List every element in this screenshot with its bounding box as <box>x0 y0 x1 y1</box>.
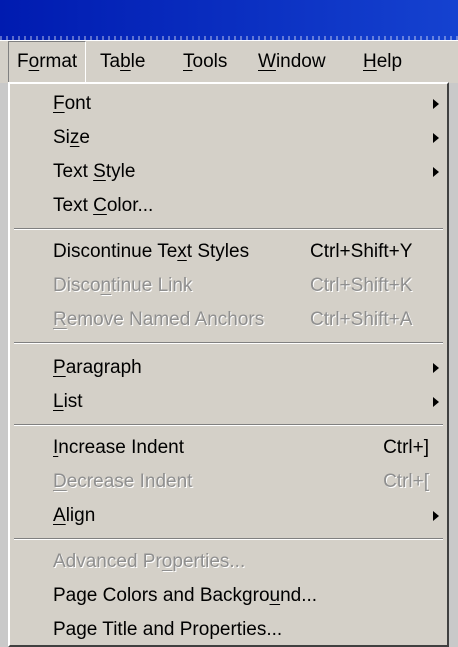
submenu-arrow-icon <box>433 99 439 109</box>
menu-bar: Format Table Tools Window Help <box>0 40 458 83</box>
menu-help[interactable]: Help <box>355 41 410 83</box>
menu-item-decrease-indent: Decrease Indent Ctrl+[ <box>10 465 447 499</box>
submenu-arrow-icon <box>433 133 439 143</box>
format-menu-dropdown: Font Size Text Style Text Color... Disco… <box>8 82 449 647</box>
menu-item-page-title-and-properties[interactable]: Page Title and Properties... <box>10 613 447 647</box>
menu-item-label: Discontinue Link <box>53 275 193 296</box>
menu-item-label: Page Colors and Background... <box>53 585 318 606</box>
menu-item-list[interactable]: List <box>10 385 447 419</box>
menu-item-page-colors-and-background[interactable]: Page Colors and Background... <box>10 579 447 613</box>
menu-item-increase-indent[interactable]: Increase Indent Ctrl+] <box>10 431 447 465</box>
window-title-bar <box>0 0 458 40</box>
submenu-arrow-icon <box>433 397 439 407</box>
menu-item-label: Paragraph <box>53 357 142 378</box>
menu-format[interactable]: Format <box>8 41 87 83</box>
menu-item-label: Advanced Properties... <box>53 551 246 572</box>
menu-item-discontinue-link: Discontinue Link Ctrl+Shift+K <box>10 269 447 303</box>
menu-item-label: Decrease Indent <box>53 471 193 492</box>
menu-item-label: Align <box>53 505 96 526</box>
menu-item-text-color[interactable]: Text Color... <box>10 189 447 223</box>
menu-tools[interactable]: Tools <box>175 41 235 83</box>
shortcut-label: Ctrl+] <box>383 437 429 458</box>
submenu-arrow-icon <box>433 363 439 373</box>
menu-item-label: Page Title and Properties... <box>53 619 283 640</box>
menu-item-font[interactable]: Font <box>10 87 447 121</box>
menu-separator <box>14 342 443 344</box>
menu-item-label: Remove Named Anchors <box>53 309 265 330</box>
menu-item-text-style[interactable]: Text Style <box>10 155 447 189</box>
menu-item-label: Text Color... <box>53 195 154 216</box>
shortcut-label: Ctrl+Shift+A <box>310 309 413 330</box>
submenu-arrow-icon <box>433 511 439 521</box>
menu-item-paragraph[interactable]: Paragraph <box>10 351 447 385</box>
menu-item-label: Increase Indent <box>53 437 184 458</box>
menu-window[interactable]: Window <box>250 41 334 83</box>
menu-item-label: Size <box>53 127 90 148</box>
menu-item-discontinue-text-styles[interactable]: Discontinue Text Styles Ctrl+Shift+Y <box>10 235 447 269</box>
menu-separator <box>14 228 443 230</box>
menu-item-label: Discontinue Text Styles <box>53 241 250 262</box>
shortcut-label: Ctrl+[ <box>383 471 429 492</box>
menu-item-label: Text Style <box>53 161 136 182</box>
menu-table[interactable]: Table <box>92 41 153 83</box>
menu-item-align[interactable]: Align <box>10 499 447 533</box>
menu-separator <box>14 538 443 540</box>
menu-item-label: Font <box>53 93 92 114</box>
shortcut-label: Ctrl+Shift+Y <box>310 241 413 262</box>
submenu-arrow-icon <box>433 167 439 177</box>
menu-separator <box>14 424 443 426</box>
menu-item-advanced-properties: Advanced Properties... <box>10 545 447 579</box>
menu-item-remove-named-anchors: Remove Named Anchors Ctrl+Shift+A <box>10 303 447 337</box>
menu-item-size[interactable]: Size <box>10 121 447 155</box>
shortcut-label: Ctrl+Shift+K <box>310 275 413 296</box>
menu-item-label: List <box>53 391 83 412</box>
